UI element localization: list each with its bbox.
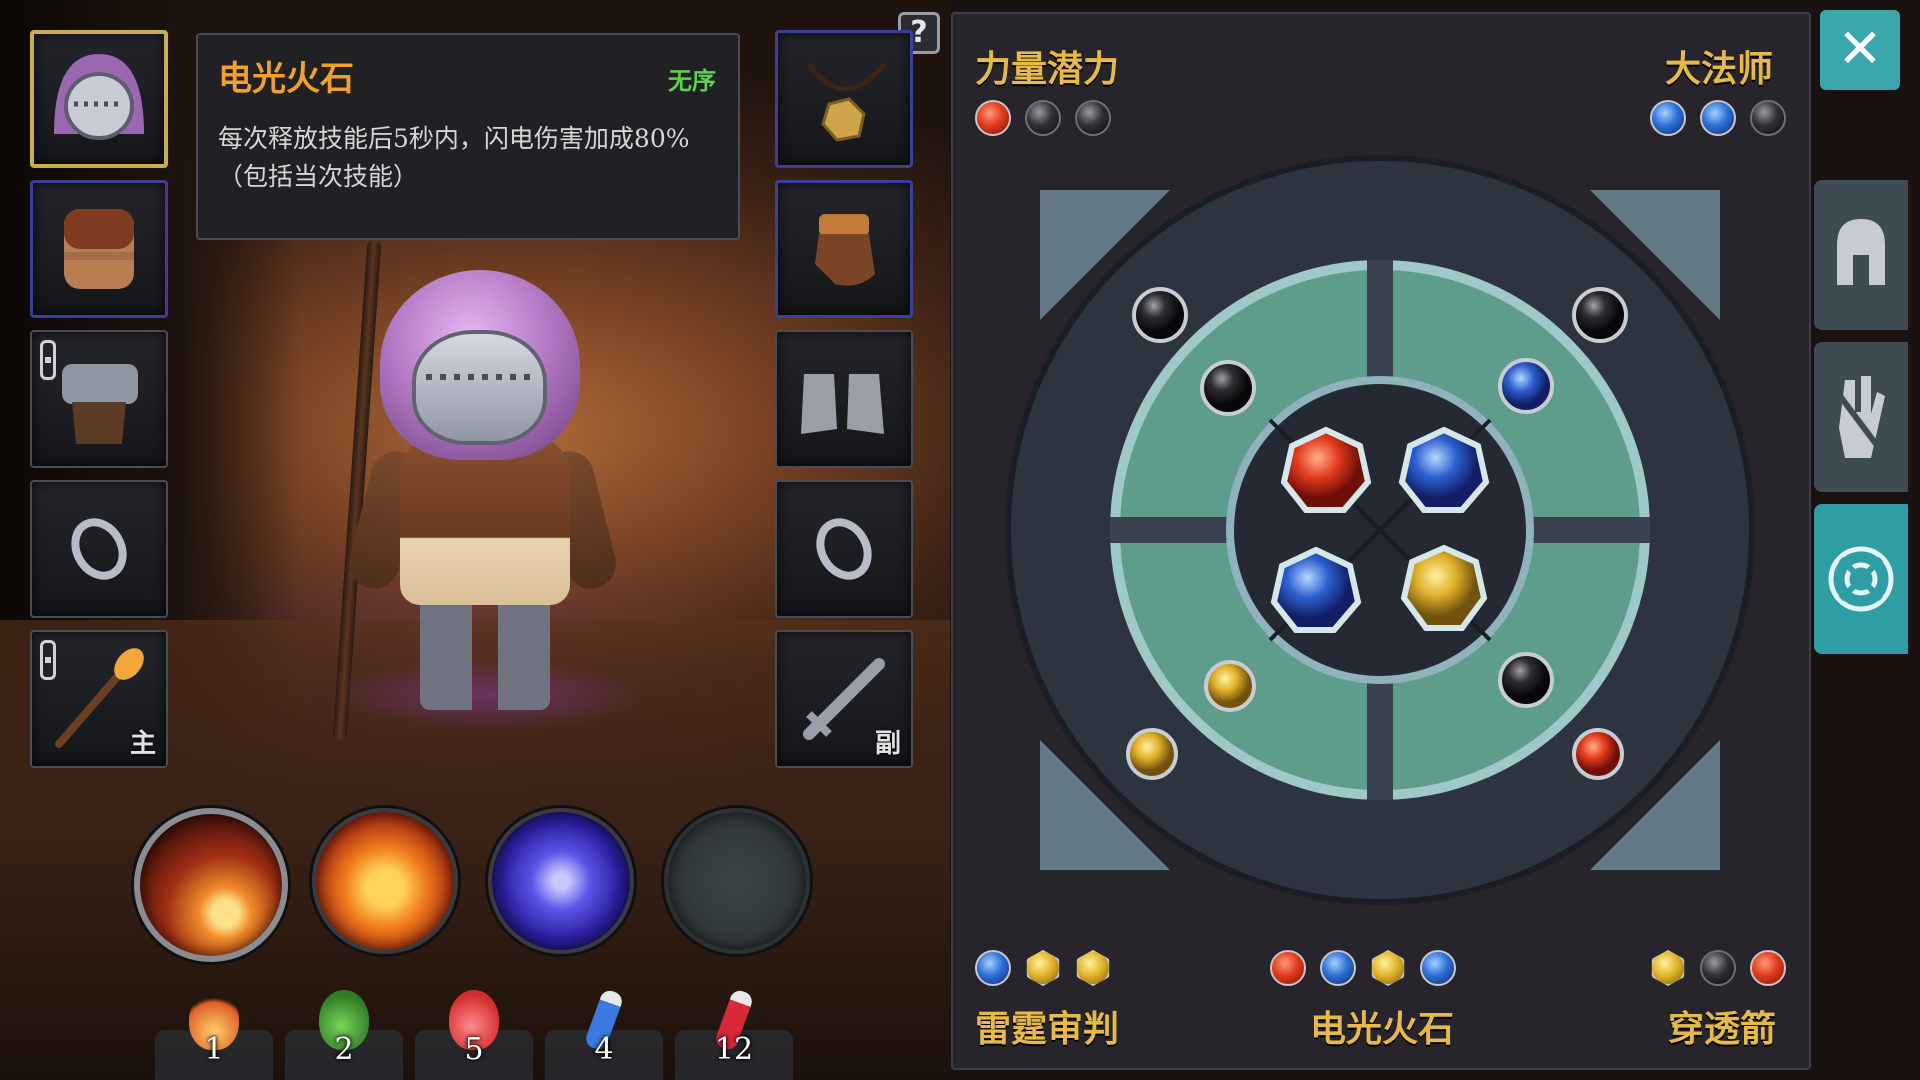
equip-slot-ring-left[interactable]	[30, 480, 168, 618]
lock-icon	[40, 340, 56, 380]
gem-socket-outer	[1498, 358, 1554, 414]
ring-icon	[816, 518, 872, 580]
pants-icon	[62, 364, 138, 444]
lock-icon	[40, 640, 56, 680]
boots-icon	[801, 374, 884, 434]
tooltip-tag: 无序	[668, 66, 716, 95]
gem-slot[interactable]	[1320, 950, 1356, 986]
gem-socket-center	[1270, 546, 1362, 633]
equip-slot-ring-right[interactable]	[775, 480, 913, 618]
tooltip-title: 电光火石	[218, 59, 354, 99]
equip-slot-gloves[interactable]	[775, 180, 913, 318]
gem-socket-outer	[1572, 287, 1628, 343]
gem-socket-outer	[1572, 728, 1624, 780]
consumable-green-potion[interactable]: 2	[285, 990, 403, 1080]
skill-fire-burst[interactable]	[312, 808, 458, 954]
gem-slot[interactable]	[1650, 100, 1686, 136]
off-hand-tag: 副	[874, 729, 901, 759]
gem-row-bottom-left	[975, 950, 1111, 986]
gem-slot[interactable]	[1076, 950, 1110, 986]
close-icon: ✕	[1837, 17, 1883, 80]
gem-slot[interactable]	[1075, 100, 1111, 136]
gem-row-bottom-right	[1650, 950, 1786, 986]
gem-slot[interactable]	[975, 100, 1011, 136]
gem-board	[1005, 155, 1755, 905]
gem-slot[interactable]	[1420, 950, 1456, 986]
gem-slot[interactable]	[1750, 950, 1786, 986]
gem-slot[interactable]	[1700, 950, 1736, 986]
gem-socket-center	[1398, 426, 1490, 513]
gloves-icon	[815, 214, 875, 286]
tab-gem-board[interactable]	[1814, 504, 1908, 654]
gloves-tab-icon	[1834, 376, 1888, 458]
tab-gloves[interactable]	[1814, 342, 1908, 492]
gem-slot[interactable]	[1026, 950, 1060, 986]
skill-meteor[interactable]	[134, 808, 288, 962]
helmet-tab-icon	[1837, 219, 1885, 285]
gem-slot[interactable]	[1371, 950, 1405, 986]
gem-socket-outer	[1132, 287, 1188, 343]
armor-icon	[64, 209, 134, 289]
skill-lightning-orb[interactable]	[488, 808, 634, 954]
gem-socket-center	[1400, 544, 1488, 631]
potential-label-bottom-center: 电光火石	[1310, 1008, 1455, 1050]
gem-slot[interactable]	[1270, 950, 1306, 986]
hero-legs	[420, 590, 550, 710]
tab-helmet[interactable]	[1814, 180, 1908, 330]
item-tooltip: 电光火石 无序 每次释放技能后5秒内，闪电伤害加成80%（包括当次技能）	[196, 33, 740, 240]
main-hand-tag: 主	[129, 729, 156, 759]
consumable-campfire[interactable]: 1	[155, 990, 273, 1080]
gem-socket-outer	[1200, 360, 1256, 416]
consumable-count: 5	[464, 1032, 484, 1067]
gem-slot[interactable]	[975, 950, 1011, 986]
skill-slot-empty[interactable]	[664, 808, 810, 954]
gem-row-top-left	[975, 100, 1111, 136]
potential-label-top-right: 大法师	[1665, 48, 1774, 90]
equip-slot-helmet[interactable]	[30, 30, 168, 168]
gem-slot[interactable]	[1651, 950, 1685, 986]
hero-character	[330, 260, 650, 740]
tooltip-description: 每次释放技能后5秒内，闪电伤害加成80%（包括当次技能）	[218, 124, 690, 191]
consumable-count: 2	[334, 1032, 354, 1067]
gem-board-tab-icon	[1828, 546, 1894, 612]
gem-slot[interactable]	[1750, 100, 1786, 136]
consumable-blue-vial[interactable]: 4	[545, 988, 663, 1080]
potential-label-bottom-left: 雷霆审判	[975, 1008, 1120, 1050]
gem-socket-outer	[1498, 652, 1554, 708]
equip-slot-boots[interactable]	[775, 330, 913, 468]
gem-row-top-right	[1650, 100, 1786, 136]
equip-slot-weapon-main[interactable]: 主	[30, 630, 168, 768]
hero-body	[400, 435, 570, 605]
consumable-red-vial[interactable]: 12	[675, 988, 793, 1080]
gem-socket-center	[1280, 426, 1372, 513]
consumable-count: 1	[204, 1032, 224, 1067]
equip-slot-pants[interactable]	[30, 330, 168, 468]
helmet-icon	[54, 54, 144, 140]
equip-slot-armor[interactable]	[30, 180, 168, 318]
ring-icon	[71, 518, 127, 580]
gem-socket-outer	[1204, 660, 1256, 712]
potential-label-top-left: 力量潜力	[975, 48, 1120, 90]
consumable-red-potion[interactable]: 5	[415, 990, 533, 1080]
close-button[interactable]: ✕	[1820, 10, 1900, 90]
potential-label-bottom-right: 穿透箭	[1668, 1008, 1777, 1050]
consumable-count: 4	[594, 1032, 614, 1067]
consumable-count: 12	[714, 1032, 754, 1067]
hero-helmet	[412, 330, 547, 445]
equip-slot-weapon-off[interactable]: 副	[775, 630, 913, 768]
gem-slot[interactable]	[1025, 100, 1061, 136]
gem-row-bottom-center	[1270, 950, 1456, 986]
amulet-icon	[806, 62, 886, 142]
gem-slot[interactable]	[1700, 100, 1736, 136]
equip-slot-amulet[interactable]	[775, 30, 913, 168]
gem-socket-outer	[1126, 728, 1178, 780]
